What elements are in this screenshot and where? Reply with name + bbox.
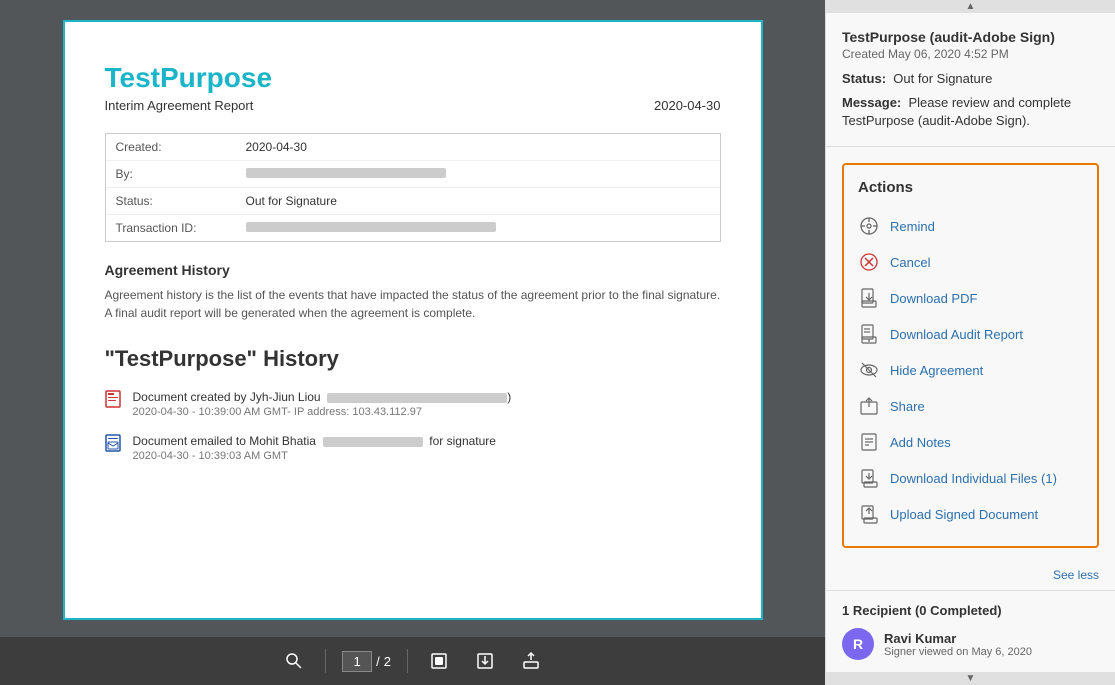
created-value: 2020-04-30 bbox=[246, 140, 710, 154]
action-cancel[interactable]: Cancel bbox=[858, 244, 1083, 280]
history-date-1: 2020-04-30 - 10:39:03 AM GMT bbox=[133, 450, 496, 462]
message-label: Message: bbox=[842, 95, 901, 110]
action-hide[interactable]: Hide Agreement bbox=[858, 352, 1083, 388]
history-text-0: Document created by Jyh-Jiun Liou ) bbox=[133, 388, 512, 406]
created-label: Created: bbox=[116, 140, 246, 154]
document-date: 2020-04-30 bbox=[654, 98, 721, 113]
download-pdf-icon bbox=[858, 287, 880, 309]
history-item-1: Document emailed to Mohit Bhatia for sig… bbox=[105, 432, 721, 462]
fit-page-button[interactable] bbox=[424, 646, 454, 676]
status-field-label: Status: bbox=[116, 194, 246, 208]
page-indicator: / 2 bbox=[342, 651, 391, 672]
action-add-notes[interactable]: Add Notes bbox=[858, 424, 1083, 460]
document-info-table: Created: 2020-04-30 By: Status: Out for … bbox=[105, 133, 721, 242]
actions-title: Actions bbox=[858, 179, 1083, 196]
action-remind[interactable]: Remind bbox=[858, 208, 1083, 244]
document-subtitle-row: Interim Agreement Report 2020-04-30 bbox=[105, 98, 721, 113]
right-panel: ▲ TestPurpose (audit-Adobe Sign) Created… bbox=[825, 0, 1115, 685]
redacted-by bbox=[246, 168, 446, 178]
redacted-transaction bbox=[246, 222, 496, 232]
status-field-value: Out for Signature bbox=[246, 194, 710, 208]
recipients-section: 1 Recipient (0 Completed) R Ravi Kumar S… bbox=[826, 590, 1115, 672]
recipient-avatar: R bbox=[842, 628, 874, 660]
recipients-title: 1 Recipient (0 Completed) bbox=[842, 603, 1099, 618]
table-row-created: Created: 2020-04-30 bbox=[106, 134, 720, 161]
history-icon-document-created bbox=[105, 390, 123, 408]
recipient-info: Ravi Kumar Signer viewed on May 6, 2020 bbox=[884, 631, 1032, 658]
redacted-creator bbox=[327, 393, 507, 403]
status-row: Status: Out for Signature bbox=[842, 71, 1099, 86]
section-title: Agreement History bbox=[105, 262, 721, 278]
agreement-name: TestPurpose (audit-Adobe Sign) bbox=[842, 29, 1099, 45]
recipient-name: Ravi Kumar bbox=[884, 631, 1032, 646]
page-total: 2 bbox=[384, 654, 391, 669]
recipient-item: R Ravi Kumar Signer viewed on May 6, 202… bbox=[842, 628, 1099, 660]
download-audit-label: Download Audit Report bbox=[890, 327, 1023, 342]
scroll-up-button[interactable]: ▲ bbox=[826, 0, 1115, 13]
document-scroll-area[interactable]: TestPurpose Interim Agreement Report 202… bbox=[0, 0, 825, 637]
status-label: Status: bbox=[842, 71, 886, 86]
by-value bbox=[246, 167, 710, 181]
table-row-by: By: bbox=[106, 161, 720, 188]
toolbar-divider-2 bbox=[407, 649, 408, 673]
message-row: Message: Please review and complete Test… bbox=[842, 94, 1099, 130]
download-audit-icon bbox=[858, 323, 880, 345]
cancel-label: Cancel bbox=[890, 255, 930, 270]
toolbar-divider-1 bbox=[325, 649, 326, 673]
table-row-status: Status: Out for Signature bbox=[106, 188, 720, 215]
see-less-link[interactable]: See less bbox=[826, 564, 1115, 590]
remind-label: Remind bbox=[890, 219, 935, 234]
action-upload-signed[interactable]: Upload Signed Document bbox=[858, 496, 1083, 532]
agreement-created-date: Created May 06, 2020 4:52 PM bbox=[842, 47, 1099, 61]
action-download-files[interactable]: Download Individual Files (1) bbox=[858, 460, 1083, 496]
add-notes-label: Add Notes bbox=[890, 435, 951, 450]
upload-button[interactable] bbox=[516, 646, 546, 676]
document-subtitle: Interim Agreement Report bbox=[105, 98, 254, 113]
status-value: Out for Signature bbox=[893, 71, 992, 86]
remind-icon bbox=[858, 215, 880, 237]
actions-box: Actions Remind bbox=[842, 163, 1099, 548]
document-page: TestPurpose Interim Agreement Report 202… bbox=[63, 20, 763, 620]
transaction-label: Transaction ID: bbox=[116, 221, 246, 235]
history-icon-document-emailed bbox=[105, 434, 123, 452]
action-download-audit[interactable]: Download Audit Report bbox=[858, 316, 1083, 352]
download-button[interactable] bbox=[470, 646, 500, 676]
agreement-header: TestPurpose (audit-Adobe Sign) Created M… bbox=[826, 13, 1115, 147]
transaction-value bbox=[246, 221, 710, 235]
action-share[interactable]: Share bbox=[858, 388, 1083, 424]
share-icon bbox=[858, 395, 880, 417]
recipient-status: Signer viewed on May 6, 2020 bbox=[884, 646, 1032, 658]
history-content-0: Document created by Jyh-Jiun Liou ) 2020… bbox=[133, 388, 512, 418]
history-content-1: Document emailed to Mohit Bhatia for sig… bbox=[133, 432, 496, 462]
scroll-down-button[interactable]: ▼ bbox=[826, 672, 1115, 685]
document-title: TestPurpose bbox=[105, 62, 721, 94]
document-panel: TestPurpose Interim Agreement Report 202… bbox=[0, 0, 825, 685]
by-label: By: bbox=[116, 167, 246, 181]
action-download-pdf[interactable]: Download PDF bbox=[858, 280, 1083, 316]
search-button[interactable] bbox=[279, 646, 309, 676]
document-toolbar: / 2 bbox=[0, 637, 825, 685]
download-files-label: Download Individual Files (1) bbox=[890, 471, 1057, 486]
upload-signed-label: Upload Signed Document bbox=[890, 507, 1038, 522]
download-files-icon bbox=[858, 467, 880, 489]
section-text: Agreement history is the list of the eve… bbox=[105, 286, 721, 322]
history-title: "TestPurpose" History bbox=[105, 346, 721, 372]
cancel-icon bbox=[858, 251, 880, 273]
table-row-transaction: Transaction ID: bbox=[106, 215, 720, 241]
download-pdf-label: Download PDF bbox=[890, 291, 977, 306]
history-text-1: Document emailed to Mohit Bhatia for sig… bbox=[133, 432, 496, 450]
share-label: Share bbox=[890, 399, 925, 414]
redacted-email bbox=[323, 437, 423, 447]
upload-signed-icon bbox=[858, 503, 880, 525]
history-item-0: Document created by Jyh-Jiun Liou ) 2020… bbox=[105, 388, 721, 418]
page-current-input[interactable] bbox=[342, 651, 372, 672]
history-date-0: 2020-04-30 - 10:39:00 AM GMT- IP address… bbox=[133, 406, 512, 418]
add-notes-icon bbox=[858, 431, 880, 453]
hide-label: Hide Agreement bbox=[890, 363, 983, 378]
hide-icon bbox=[858, 359, 880, 381]
page-separator: / bbox=[376, 654, 380, 669]
